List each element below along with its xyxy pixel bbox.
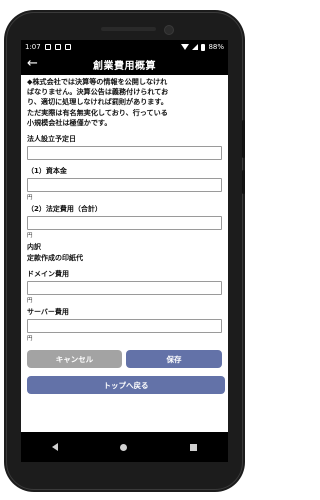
volume-button	[242, 120, 245, 158]
note-line: ばなりません。決算公告は義務付けられてお	[27, 87, 169, 97]
domain-fee-unit: 円	[27, 298, 33, 305]
earpiece	[101, 27, 156, 31]
legal-fee-unit: 円	[27, 233, 33, 240]
disclosure-note: ◆株式会社では決算等の情報を公開しなけれ ばなりません。決算公告は義務付けられて…	[27, 77, 222, 128]
nav-home-icon[interactable]	[120, 443, 128, 451]
breakdown-label: 内訳	[27, 243, 41, 252]
battery-icon	[201, 43, 206, 51]
back-arrow-icon[interactable]: ←	[27, 56, 38, 72]
server-fee-input[interactable]	[27, 319, 222, 334]
notification-icon	[44, 44, 51, 50]
screen: 1:07 88% ← 創業費用概算 ◆株式会社では決算等の情報を公開しなけれ ば…	[21, 40, 228, 432]
capital-label: （1）資本金	[27, 167, 67, 176]
capital-unit: 円	[27, 195, 33, 202]
page-title: 創業費用概算	[93, 61, 156, 72]
action-row: キャンセル 保存	[27, 350, 222, 369]
legal-fee-input[interactable]	[27, 216, 222, 231]
capital-input[interactable]	[27, 178, 222, 193]
front-camera	[164, 25, 174, 35]
back-to-top-button[interactable]: トップへ戻る	[27, 376, 225, 395]
cancel-button[interactable]: キャンセル	[27, 350, 122, 369]
legal-fee-label: （2）法定費用（合計）	[27, 205, 102, 214]
shield-icon	[54, 44, 61, 50]
power-button	[242, 170, 245, 194]
note-line: り、適切に処理しなければ罰則があります。	[27, 97, 168, 107]
system-nav-bar	[21, 432, 228, 462]
wifi-icon	[181, 44, 190, 50]
battery-percent: 88%	[208, 43, 224, 51]
status-bar: 1:07 88%	[21, 40, 228, 54]
note-line: ただ実際は有名無実化しており、行っている	[27, 107, 168, 117]
server-fee-unit: 円	[27, 336, 33, 343]
note-line: ◆株式会社では決算等の情報を公開しなけれ	[27, 77, 168, 86]
domain-fee-label: ドメイン費用	[27, 270, 69, 279]
establish-date-label: 法人設立予定日	[27, 135, 76, 144]
save-button[interactable]: 保存	[126, 350, 222, 369]
nav-back-icon[interactable]	[52, 443, 59, 451]
app-header: ← 創業費用概算	[21, 54, 228, 75]
establish-date-input[interactable]	[27, 146, 222, 161]
status-time: 1:07	[25, 43, 41, 51]
nav-recent-icon[interactable]	[189, 443, 197, 451]
sim-icon	[64, 44, 71, 50]
domain-fee-input[interactable]	[27, 281, 222, 296]
server-fee-label: サーバー費用	[27, 308, 69, 317]
form-content: ◆株式会社では決算等の情報を公開しなけれ ばなりません。決算公告は義務付けられて…	[21, 75, 228, 395]
stamp-fee-label: 定款作成の印紙代	[27, 254, 83, 263]
signal-icon	[192, 44, 199, 50]
note-line: 小規模会社は極僅かです。	[27, 117, 112, 127]
